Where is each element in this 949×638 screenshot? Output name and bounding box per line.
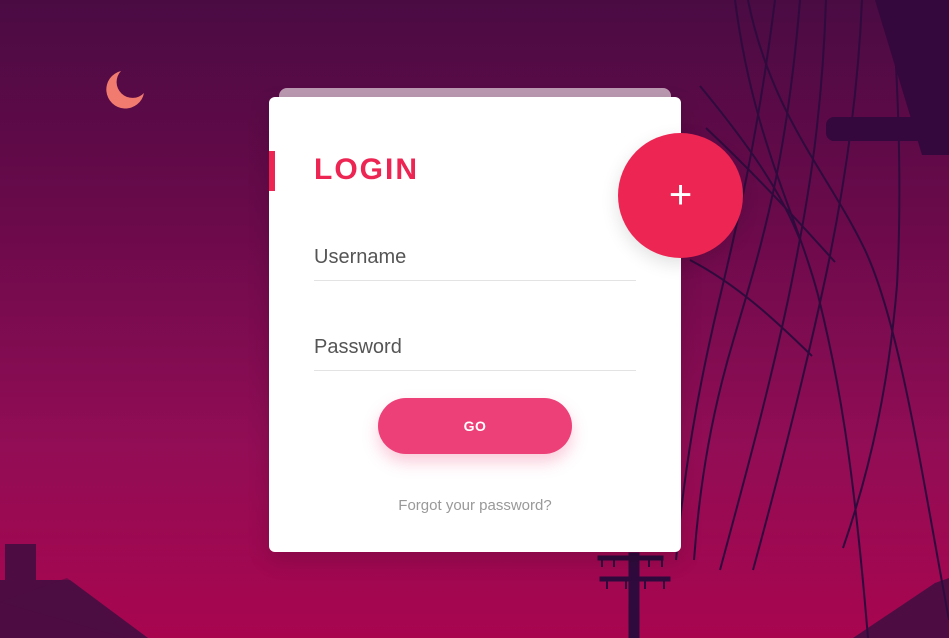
username-input[interactable] [314, 234, 636, 281]
login-card: LOGIN GO Forgot your password? [269, 97, 681, 552]
bottom-utility-pole [597, 552, 671, 638]
plus-icon: + [668, 173, 693, 217]
title-accent-bar [269, 151, 275, 191]
left-rooftop-silhouette [0, 544, 148, 638]
add-account-button[interactable]: + [618, 133, 743, 258]
right-pole-silhouette [826, 0, 949, 155]
go-button[interactable]: GO [378, 398, 572, 454]
password-input[interactable] [314, 324, 636, 371]
login-title: LOGIN [314, 153, 419, 186]
forgot-password-link[interactable]: Forgot your password? [269, 497, 681, 514]
moon-icon [106, 71, 144, 109]
